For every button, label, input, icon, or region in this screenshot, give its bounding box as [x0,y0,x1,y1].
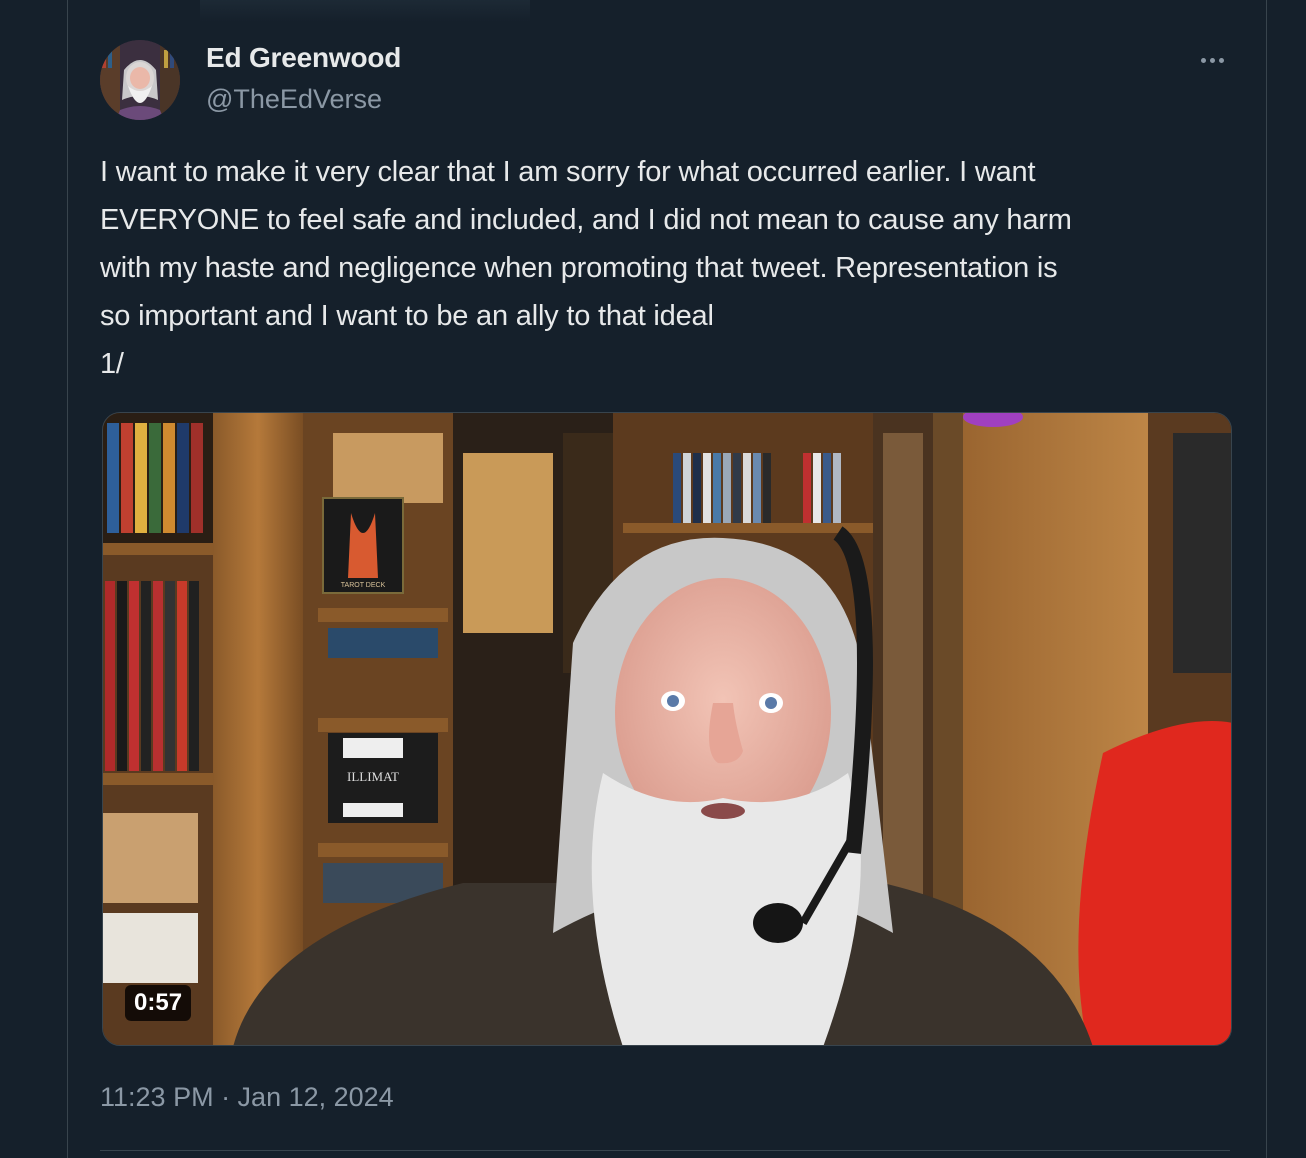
video-player[interactable]: TAROT DECK ILLIMAT 0:57 [102,412,1232,1046]
dot [1209,57,1215,63]
tweet-text: I want to make it very clear that I am s… [100,156,1072,380]
dot [1200,57,1206,63]
top-shadow [200,0,530,22]
author-display-name[interactable]: Ed Greenwood [206,42,401,74]
video-duration-badge: 0:57 [125,985,192,1021]
video-thumbnail: TAROT DECK ILLIMAT [103,413,1231,1045]
illimat-box-label: ILLIMAT [347,769,399,784]
tarot-box-label: TAROT DECK [341,582,386,589]
avatar[interactable] [100,40,180,120]
tweet-timestamp[interactable]: 11:23 PM · Jan 12, 2024 [100,1082,394,1113]
dot [1218,57,1224,63]
tweet-header: Ed Greenwood @TheEdVerse [100,40,1240,120]
more-options-icon[interactable] [1192,50,1232,70]
divider [100,1150,1230,1151]
author-handle[interactable]: @TheEdVerse [206,84,382,115]
